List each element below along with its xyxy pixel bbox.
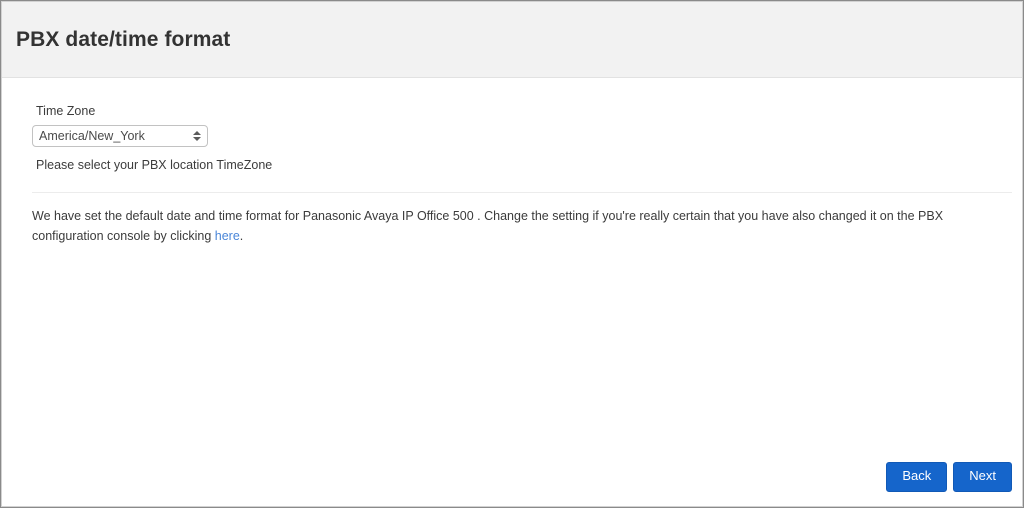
section-divider <box>32 192 1012 194</box>
back-button[interactable]: Back <box>886 462 948 492</box>
panel-header: PBX date/time format <box>2 2 1022 78</box>
timezone-label: Time Zone <box>36 104 96 118</box>
timezone-help-text: Please select your PBX location TimeZone <box>36 158 273 172</box>
wizard-footer: Back Next <box>886 462 1012 492</box>
timezone-form-group: Time Zone America/New_York Please select… <box>18 78 1006 173</box>
panel-body: Time Zone America/New_York Please select… <box>2 78 1022 246</box>
wizard-panel: PBX date/time format Time Zone America/N… <box>2 2 1022 506</box>
app-window: PBX date/time format Time Zone America/N… <box>0 0 1024 508</box>
timezone-select-wrap: America/New_York <box>32 125 208 147</box>
notice-text-before-link: We have set the default date and time fo… <box>32 209 944 243</box>
next-button[interactable]: Next <box>953 462 1012 492</box>
page-title: PBX date/time format <box>16 27 231 51</box>
timezone-select[interactable]: America/New_York <box>32 125 208 147</box>
here-link[interactable]: here <box>215 229 240 243</box>
default-format-notice: We have set the default date and time fo… <box>32 207 1004 246</box>
notice-text-after-link: . <box>239 228 244 243</box>
